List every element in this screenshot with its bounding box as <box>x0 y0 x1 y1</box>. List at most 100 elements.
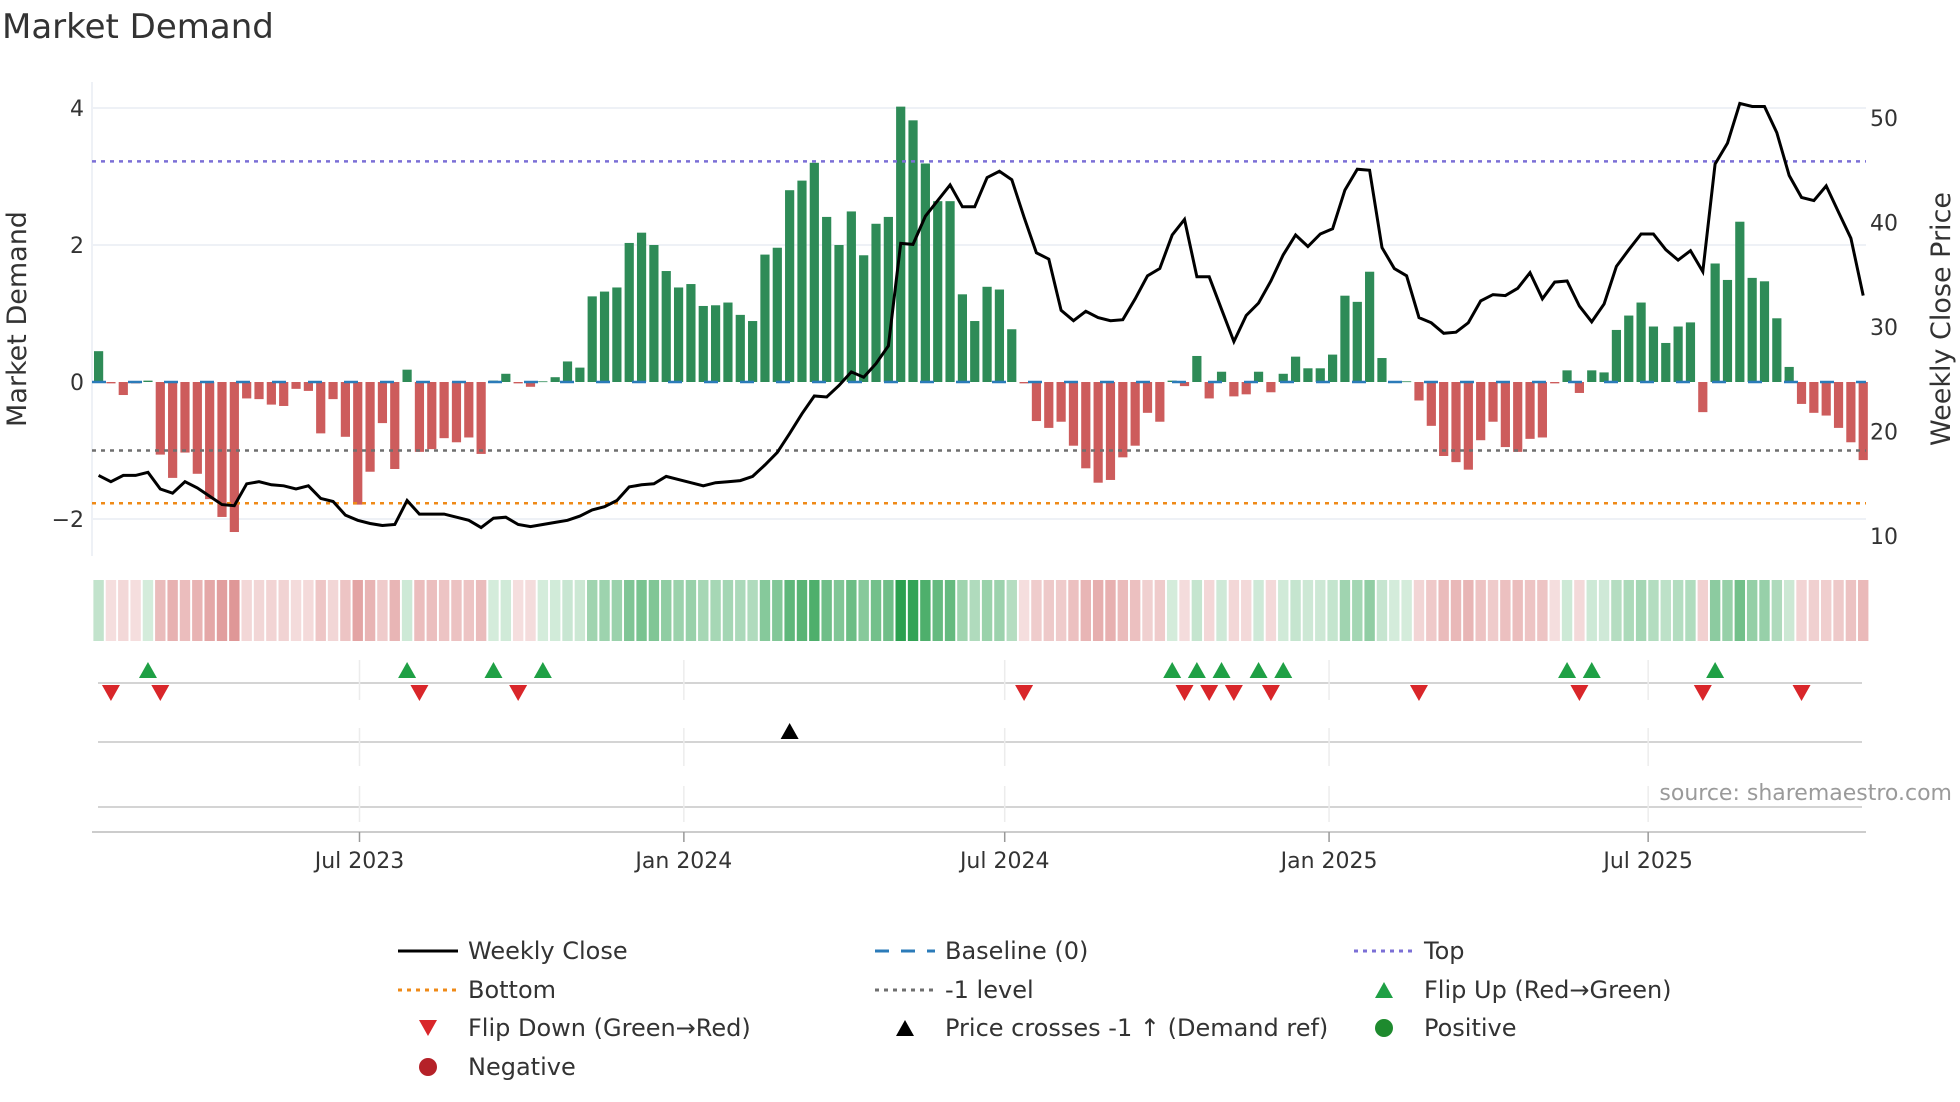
demand-bar <box>723 302 733 382</box>
demand-bar <box>760 254 770 382</box>
heatmap-cell <box>1302 580 1314 641</box>
heatmap-cell <box>389 580 400 641</box>
heatmap-cell <box>624 580 635 641</box>
demand-bar <box>1068 382 1079 446</box>
demand-bar <box>377 382 388 424</box>
demand-bar <box>748 321 758 382</box>
demand-bar <box>1216 371 1227 382</box>
heatmap-cell <box>833 580 845 641</box>
heatmap-cell <box>920 580 931 641</box>
demand-bar <box>192 382 202 474</box>
demand-bar <box>1439 382 1449 456</box>
heatmap-cell <box>1450 580 1462 641</box>
heatmap-cell <box>414 580 425 641</box>
demand-bar <box>1685 322 1696 382</box>
flip-up-marker <box>1706 662 1725 678</box>
heatmap-cell <box>1833 580 1844 641</box>
demand-bar <box>1821 382 1831 416</box>
demand-bar <box>1130 382 1140 446</box>
heatmap-cell <box>1166 580 1178 641</box>
demand-bar <box>242 382 252 399</box>
demand-bar <box>1661 342 1671 382</box>
demand-bar <box>1488 382 1498 422</box>
heatmap-cell <box>105 580 117 641</box>
heatmap-cell <box>587 580 598 641</box>
demand-bar <box>1204 382 1214 399</box>
legend-label: Flip Up (Red→Green) <box>1424 976 1672 1004</box>
heatmap-cell <box>1216 580 1227 641</box>
demand-bar <box>1266 382 1276 393</box>
heatmap-cell <box>438 580 450 641</box>
demand-bar <box>1550 382 1560 384</box>
heatmap-cell <box>895 580 906 641</box>
demand-bar <box>1846 382 1856 443</box>
demand-bar <box>1587 370 1597 382</box>
heatmap-cell <box>562 580 573 641</box>
heatmap-cell <box>537 580 549 641</box>
demand-bar <box>822 216 832 382</box>
y-tick-label: −2 <box>52 508 84 533</box>
demand-bar <box>1414 382 1424 401</box>
heatmap-cell <box>685 580 697 641</box>
demand-bar <box>390 382 400 469</box>
heatmap-cell <box>994 580 1005 641</box>
demand-bar <box>1747 277 1757 382</box>
heatmap-cell <box>1204 580 1215 641</box>
demand-bar <box>550 377 560 382</box>
demand-bar <box>143 380 153 382</box>
flip-down-marker <box>509 685 528 701</box>
heatmap-cell <box>488 580 499 641</box>
demand-bar <box>933 201 943 382</box>
demand-bar <box>279 382 289 406</box>
heatmap-cell <box>846 580 857 641</box>
heatmap-cell <box>858 580 869 641</box>
flip-down-marker <box>1409 685 1428 701</box>
demand-bar <box>859 255 869 382</box>
demand-bar <box>1611 329 1622 382</box>
demand-bar <box>920 163 930 382</box>
price-cross-marker <box>780 723 799 739</box>
heatmap-cell <box>1105 580 1116 641</box>
demand-bars <box>94 106 1868 533</box>
heatmap-cell <box>1709 580 1721 641</box>
demand-bar <box>1809 382 1819 413</box>
demand-bar <box>1328 354 1338 382</box>
demand-bar <box>957 294 967 382</box>
demand-bar <box>1698 382 1708 413</box>
heatmap-cell <box>1265 580 1277 641</box>
heatmap-cell <box>599 580 610 641</box>
heatmap-cell <box>1043 580 1054 641</box>
demand-bar <box>945 201 955 382</box>
demand-bar <box>1574 382 1584 393</box>
demand-bar <box>735 314 745 382</box>
heatmap-cell <box>216 580 228 641</box>
triangle-up-green-legend-icon <box>1375 982 1393 998</box>
demand-bar <box>1315 368 1325 382</box>
heatmap-cell <box>1821 580 1832 641</box>
demand-bar <box>834 245 844 382</box>
legend-label: Positive <box>1424 1014 1517 1042</box>
heatmap-cell <box>796 580 808 641</box>
heatmap-cell <box>1734 580 1746 641</box>
demand-bar <box>982 286 992 382</box>
flip-up-marker <box>533 662 552 678</box>
heatmap-cell <box>710 580 721 641</box>
heatmap-cell <box>377 580 388 641</box>
demand-bar <box>1476 382 1486 441</box>
legend-label: Price crosses -1 ↑ (Demand ref) <box>945 1014 1328 1042</box>
legend-item: Price crosses -1 ↑ (Demand ref) <box>896 1014 1328 1042</box>
demand-bar <box>1426 382 1436 426</box>
heatmap-cell <box>1413 580 1425 641</box>
demand-bar <box>439 382 449 439</box>
demand-bar <box>1105 382 1116 480</box>
heatmap-cell <box>1315 580 1326 641</box>
demand-bar <box>636 232 647 382</box>
heatmap-cell <box>1142 580 1153 641</box>
y-tick-label: 0 <box>70 371 84 396</box>
demand-bar <box>1118 382 1128 458</box>
demand-bar <box>599 291 610 382</box>
flip-up-marker <box>484 662 503 678</box>
legend-item: Positive <box>1375 1014 1517 1042</box>
demand-bar <box>414 382 425 452</box>
heatmap-cell <box>93 580 104 641</box>
